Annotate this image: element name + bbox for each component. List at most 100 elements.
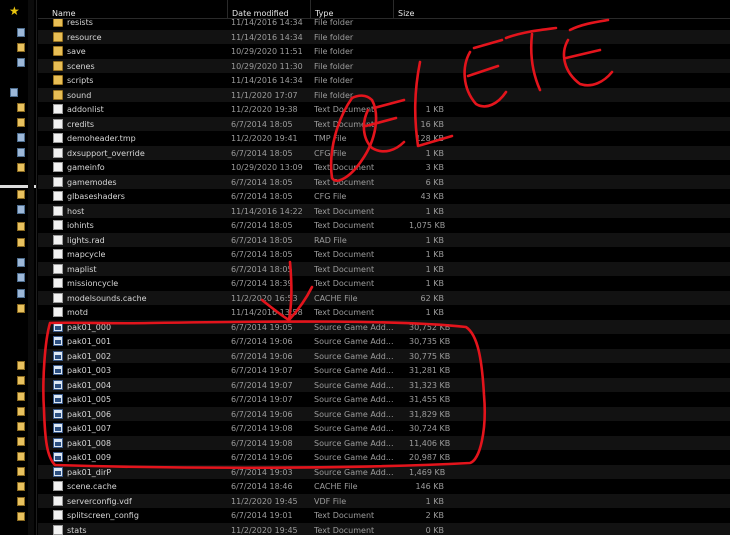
nav-folder-icon[interactable]	[17, 437, 25, 446]
file-row[interactable]: resource 11/14/2016 14:34 File folder	[38, 29, 730, 44]
file-size: 1,469 KB	[409, 467, 446, 477]
file-date-modified: 6/7/2014 18:05	[231, 148, 293, 158]
document-icon	[53, 292, 63, 303]
column-divider[interactable]	[393, 0, 394, 18]
file-row[interactable]: modelsounds.cache 11/2/2020 16:53 CACHE Fi…	[38, 290, 730, 305]
nav-drive-icon[interactable]	[17, 273, 25, 282]
file-row[interactable]: gameinfo 10/29/2020 13:09 Text Document 3 K…	[38, 160, 730, 174]
nav-folder-icon[interactable]	[17, 376, 25, 385]
file-row[interactable]: pak01_008 6/7/2014 19:08 Source Game Add..…	[38, 435, 730, 450]
nav-folder-icon[interactable]	[17, 452, 25, 461]
nav-folder-icon[interactable]	[17, 304, 25, 313]
file-row[interactable]: resists 11/14/2016 14:34 File folder	[38, 19, 730, 29]
file-row[interactable]: serverconfig.vdf 11/2/2020 19:45 VDF File 1…	[38, 493, 730, 508]
file-date-modified: 6/7/2014 19:06	[231, 351, 293, 361]
vpk-file-icon	[53, 466, 63, 477]
vpk-file-icon	[53, 437, 63, 448]
file-row[interactable]: pak01_004 6/7/2014 19:07 Source Game Add..…	[38, 377, 730, 392]
column-type-header[interactable]: Type	[315, 9, 333, 18]
nav-scrollbar[interactable]	[28, 0, 34, 535]
file-row[interactable]: sound 11/1/2020 17:07 File folder	[38, 87, 730, 102]
file-row[interactable]: credits 6/7/2014 18:05 Text Document 16 KB	[38, 116, 730, 131]
nav-folder-icon[interactable]	[17, 103, 25, 112]
vpk-file-icon	[53, 423, 63, 433]
file-row[interactable]: pak01_006 6/7/2014 19:06 Source Game Add..…	[38, 406, 730, 421]
nav-drive-icon[interactable]	[17, 289, 25, 298]
column-date-header[interactable]: Date modified	[232, 9, 289, 18]
file-row[interactable]: addonlist 11/2/2020 19:38 Text Document 1 K…	[38, 102, 730, 116]
file-date-modified: 6/7/2014 19:07	[231, 366, 293, 375]
file-row[interactable]: dxsupport_override 6/7/2014 18:05 CFG File…	[38, 145, 730, 160]
file-row[interactable]: pak01_007 6/7/2014 19:08 Source Game Add..…	[38, 421, 730, 435]
file-size: 31,829 KB	[409, 409, 451, 419]
nav-folder-icon[interactable]	[17, 407, 25, 416]
file-name: pak01_000	[67, 322, 112, 332]
file-row[interactable]: gamemodes 6/7/2014 18:05 Text Document 6 KB	[38, 174, 730, 189]
file-row[interactable]: scripts 11/14/2016 14:34 File folder	[38, 73, 730, 87]
file-size: 16 KB	[420, 119, 444, 129]
file-size: 30,735 KB	[409, 337, 451, 346]
file-size: 1 KB	[425, 308, 444, 317]
nav-network-icon[interactable]	[17, 58, 25, 67]
file-date-modified: 6/7/2014 18:05	[231, 177, 293, 187]
nav-folder-icon[interactable]	[17, 190, 25, 199]
nav-folder-icon[interactable]	[17, 497, 25, 506]
nav-folder-icon[interactable]	[17, 467, 25, 476]
file-date-modified: 6/7/2014 19:08	[231, 424, 293, 433]
file-name: lights.rad	[67, 235, 105, 245]
file-list[interactable]: resists 11/14/2016 14:34 File folder resour…	[38, 19, 730, 535]
file-date-modified: 6/7/2014 19:08	[231, 438, 293, 448]
file-type: Text Document	[314, 119, 375, 129]
file-row[interactable]: iohints 6/7/2014 18:05 Text Document 1,075 …	[38, 218, 730, 232]
nav-folder-icon[interactable]	[17, 118, 25, 127]
file-row[interactable]: demoheader.tmp 11/2/2020 19:41 TMP File 128…	[38, 131, 730, 145]
nav-folder-icon[interactable]	[17, 361, 25, 370]
file-row[interactable]: pak01_001 6/7/2014 19:06 Source Game Add..…	[38, 334, 730, 348]
nav-drive-icon[interactable]	[17, 148, 25, 157]
file-row[interactable]: maplist 6/7/2014 18:05 Text Document 1 KB	[38, 261, 730, 276]
file-row[interactable]: pak01_dirP 6/7/2014 19:03 Source Game Add.…	[38, 464, 730, 479]
nav-drive-icon[interactable]	[17, 258, 25, 267]
nav-drive-icon[interactable]	[17, 205, 25, 214]
file-row[interactable]: stats 11/2/2020 19:45 Text Document 0 KB	[38, 522, 730, 535]
file-row[interactable]: pak01_002 6/7/2014 19:06 Source Game Add..…	[38, 348, 730, 363]
document-icon	[53, 234, 63, 245]
file-date-modified: 11/14/2016 13:58	[231, 308, 303, 317]
navigation-pane[interactable]: ★	[0, 0, 37, 535]
file-type: Text Document	[314, 308, 375, 317]
column-divider[interactable]	[310, 0, 311, 18]
favorites-star-icon[interactable]: ★	[9, 5, 20, 17]
file-date-modified: 10/29/2020 11:30	[231, 61, 303, 71]
nav-folder-icon[interactable]	[17, 512, 25, 521]
file-row[interactable]: pak01_005 6/7/2014 19:07 Source Game Add..…	[38, 392, 730, 406]
file-row[interactable]: scenes 10/29/2020 11:30 File folder	[38, 58, 730, 73]
file-row[interactable]: save 10/29/2020 11:51 File folder	[38, 44, 730, 58]
file-row[interactable]: pak01_003 6/7/2014 19:07 Source Game Add..…	[38, 363, 730, 377]
file-row[interactable]: pak01_009 6/7/2014 19:06 Source Game Add..…	[38, 450, 730, 464]
column-size-header[interactable]: Size	[398, 9, 414, 18]
document-icon	[53, 278, 63, 288]
file-row[interactable]: host 11/14/2016 14:22 Text Document 1 KB	[38, 203, 730, 218]
file-row[interactable]: pak01_000 6/7/2014 19:05 Source Game Add..…	[38, 319, 730, 334]
nav-folder-icon[interactable]	[17, 238, 25, 247]
file-type: File folder	[314, 32, 354, 42]
nav-folder-icon[interactable]	[17, 222, 25, 231]
libraries-icon[interactable]	[10, 88, 18, 97]
nav-folder-icon[interactable]	[17, 422, 25, 431]
file-row[interactable]: splitscreen_config 6/7/2014 19:01 Text Doc…	[38, 508, 730, 522]
nav-folder-icon[interactable]	[17, 392, 25, 401]
nav-folder-icon[interactable]	[17, 482, 25, 491]
file-row[interactable]: scene.cache 6/7/2014 18:46 CACHE File 146 K…	[38, 479, 730, 493]
folder-icon	[53, 75, 63, 85]
nav-folder-icon[interactable]	[17, 43, 25, 52]
nav-drive-icon[interactable]	[17, 133, 25, 142]
column-name-header[interactable]: Name	[52, 9, 76, 18]
column-divider[interactable]	[227, 0, 228, 18]
file-row[interactable]: missioncycle 6/7/2014 18:39 Text Document 1…	[38, 276, 730, 290]
nav-folder-icon[interactable]	[17, 163, 25, 172]
file-row[interactable]: glbaseshaders 6/7/2014 18:05 CFG File 43 KB	[38, 189, 730, 203]
file-row[interactable]: mapcycle 6/7/2014 18:05 Text Document 1 KB	[38, 247, 730, 261]
file-row[interactable]: lights.rad 6/7/2014 18:05 RAD File 1 KB	[38, 232, 730, 247]
desktop-icon[interactable]	[17, 28, 25, 37]
file-row[interactable]: motd 11/14/2016 13:58 Text Document 1 KB	[38, 305, 730, 319]
